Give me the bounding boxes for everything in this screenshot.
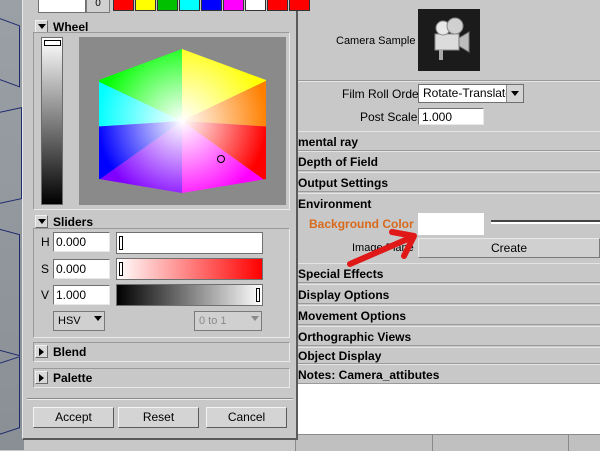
viewport-wireframe (0, 356, 20, 436)
wheel-picker-marker[interactable] (217, 155, 225, 163)
palette-index-spinner[interactable]: 0 (86, 0, 110, 13)
accept-button[interactable]: Accept (33, 407, 114, 428)
annotation-arrow-icon (347, 229, 417, 267)
bottom-button-strip (295, 434, 600, 451)
palette-swatch[interactable] (289, 0, 310, 11)
notes-label: Notes: Camera_attibutes (296, 364, 600, 384)
section-output-settings[interactable]: Output Settings (296, 172, 600, 192)
viewport-panel[interactable] (0, 0, 24, 450)
palette-section-header[interactable]: Palette (33, 369, 290, 387)
range-value: 0 to 1 (199, 315, 227, 327)
palette-swatch[interactable] (223, 0, 244, 11)
color-mode-dropdown[interactable]: HSV (53, 311, 105, 333)
film-roll-order-value: Rotate-Translate (423, 86, 512, 100)
value-bar-handle[interactable] (44, 40, 61, 46)
range-dropdown[interactable]: 0 to 1 (194, 311, 262, 333)
cancel-button[interactable]: Cancel (206, 407, 287, 428)
section-mental-ray[interactable]: mental ray (296, 131, 600, 151)
s-slider-thumb[interactable] (119, 262, 123, 276)
viewport-wireframe (0, 225, 20, 357)
color-chooser-dialog: 0 Wheel Sliders H 0.000 S 0.000 V 1.000 … (22, 0, 310, 440)
divider (27, 398, 293, 400)
section-environment[interactable]: Environment (296, 193, 600, 213)
section-movement-options[interactable]: Movement Options (296, 305, 600, 325)
blend-section-header[interactable]: Blend (33, 343, 290, 361)
camera-icon (434, 17, 470, 60)
chevron-down-icon (251, 316, 259, 336)
color-preview-field[interactable] (38, 0, 86, 13)
v-slider[interactable] (116, 284, 263, 306)
chevron-down-icon (506, 85, 523, 102)
h-slider-thumb[interactable] (119, 236, 123, 250)
camera-sample-header: Camera Sample (296, 0, 600, 80)
divider (296, 81, 600, 82)
v-slider-thumb[interactable] (256, 288, 260, 302)
palette-section-label: Palette (53, 371, 93, 385)
v-label: V (41, 288, 50, 302)
h-slider[interactable] (116, 232, 263, 254)
chevron-down-icon (94, 316, 102, 336)
blend-section-label: Blend (53, 345, 87, 359)
strip-cell[interactable] (432, 435, 493, 451)
palette-swatch[interactable] (267, 0, 288, 11)
section-depth-of-field[interactable]: Depth of Field (296, 151, 600, 171)
film-roll-order-dropdown[interactable]: Rotate-Translate (418, 84, 524, 103)
background-color-slider[interactable] (491, 220, 600, 224)
palette-swatch[interactable] (157, 0, 178, 11)
expand-arrow-icon[interactable] (35, 345, 48, 358)
v-value-field[interactable]: 1.000 (53, 285, 110, 305)
hsv-hexagon (99, 49, 266, 193)
palette-swatch[interactable] (113, 0, 134, 11)
palette-swatch[interactable] (179, 0, 200, 11)
color-mode-value: HSV (58, 315, 81, 327)
palette-swatch[interactable] (135, 0, 156, 11)
h-value-field[interactable]: 0.000 (53, 232, 110, 252)
expand-arrow-icon[interactable] (35, 371, 48, 384)
collapse-arrow-icon[interactable] (35, 215, 48, 228)
s-label: S (41, 262, 50, 276)
camera-sample-label: Camera Sample (336, 35, 416, 47)
strip-cell[interactable] (568, 435, 600, 451)
section-orthographic-views[interactable]: Orthographic Views (296, 326, 600, 346)
viewport-wireframe (0, 107, 22, 205)
reset-button[interactable]: Reset (118, 407, 199, 428)
h-label: H (41, 235, 50, 249)
film-roll-order-label: Film Roll Order (342, 87, 423, 101)
s-value-field[interactable]: 0.000 (53, 259, 110, 279)
section-display-options[interactable]: Display Options (296, 284, 600, 304)
notes-textarea[interactable] (296, 384, 600, 434)
palette-swatch[interactable] (201, 0, 222, 11)
post-scale-field[interactable]: 1.000 (418, 108, 484, 125)
viewport-wireframe (0, 14, 20, 88)
strip-cell[interactable] (295, 435, 356, 451)
color-chooser-top-row: 0 (23, 0, 310, 15)
camera-sample-swatch[interactable] (418, 9, 480, 71)
color-palette (113, 0, 311, 11)
color-wheel[interactable] (79, 37, 286, 205)
post-scale-label: Post Scale (360, 110, 418, 124)
value-bar[interactable] (41, 37, 63, 205)
create-image-plane-button[interactable]: Create (418, 238, 600, 258)
section-object-display[interactable]: Object Display (296, 347, 600, 364)
palette-swatch[interactable] (245, 0, 266, 11)
s-slider[interactable] (116, 258, 263, 280)
